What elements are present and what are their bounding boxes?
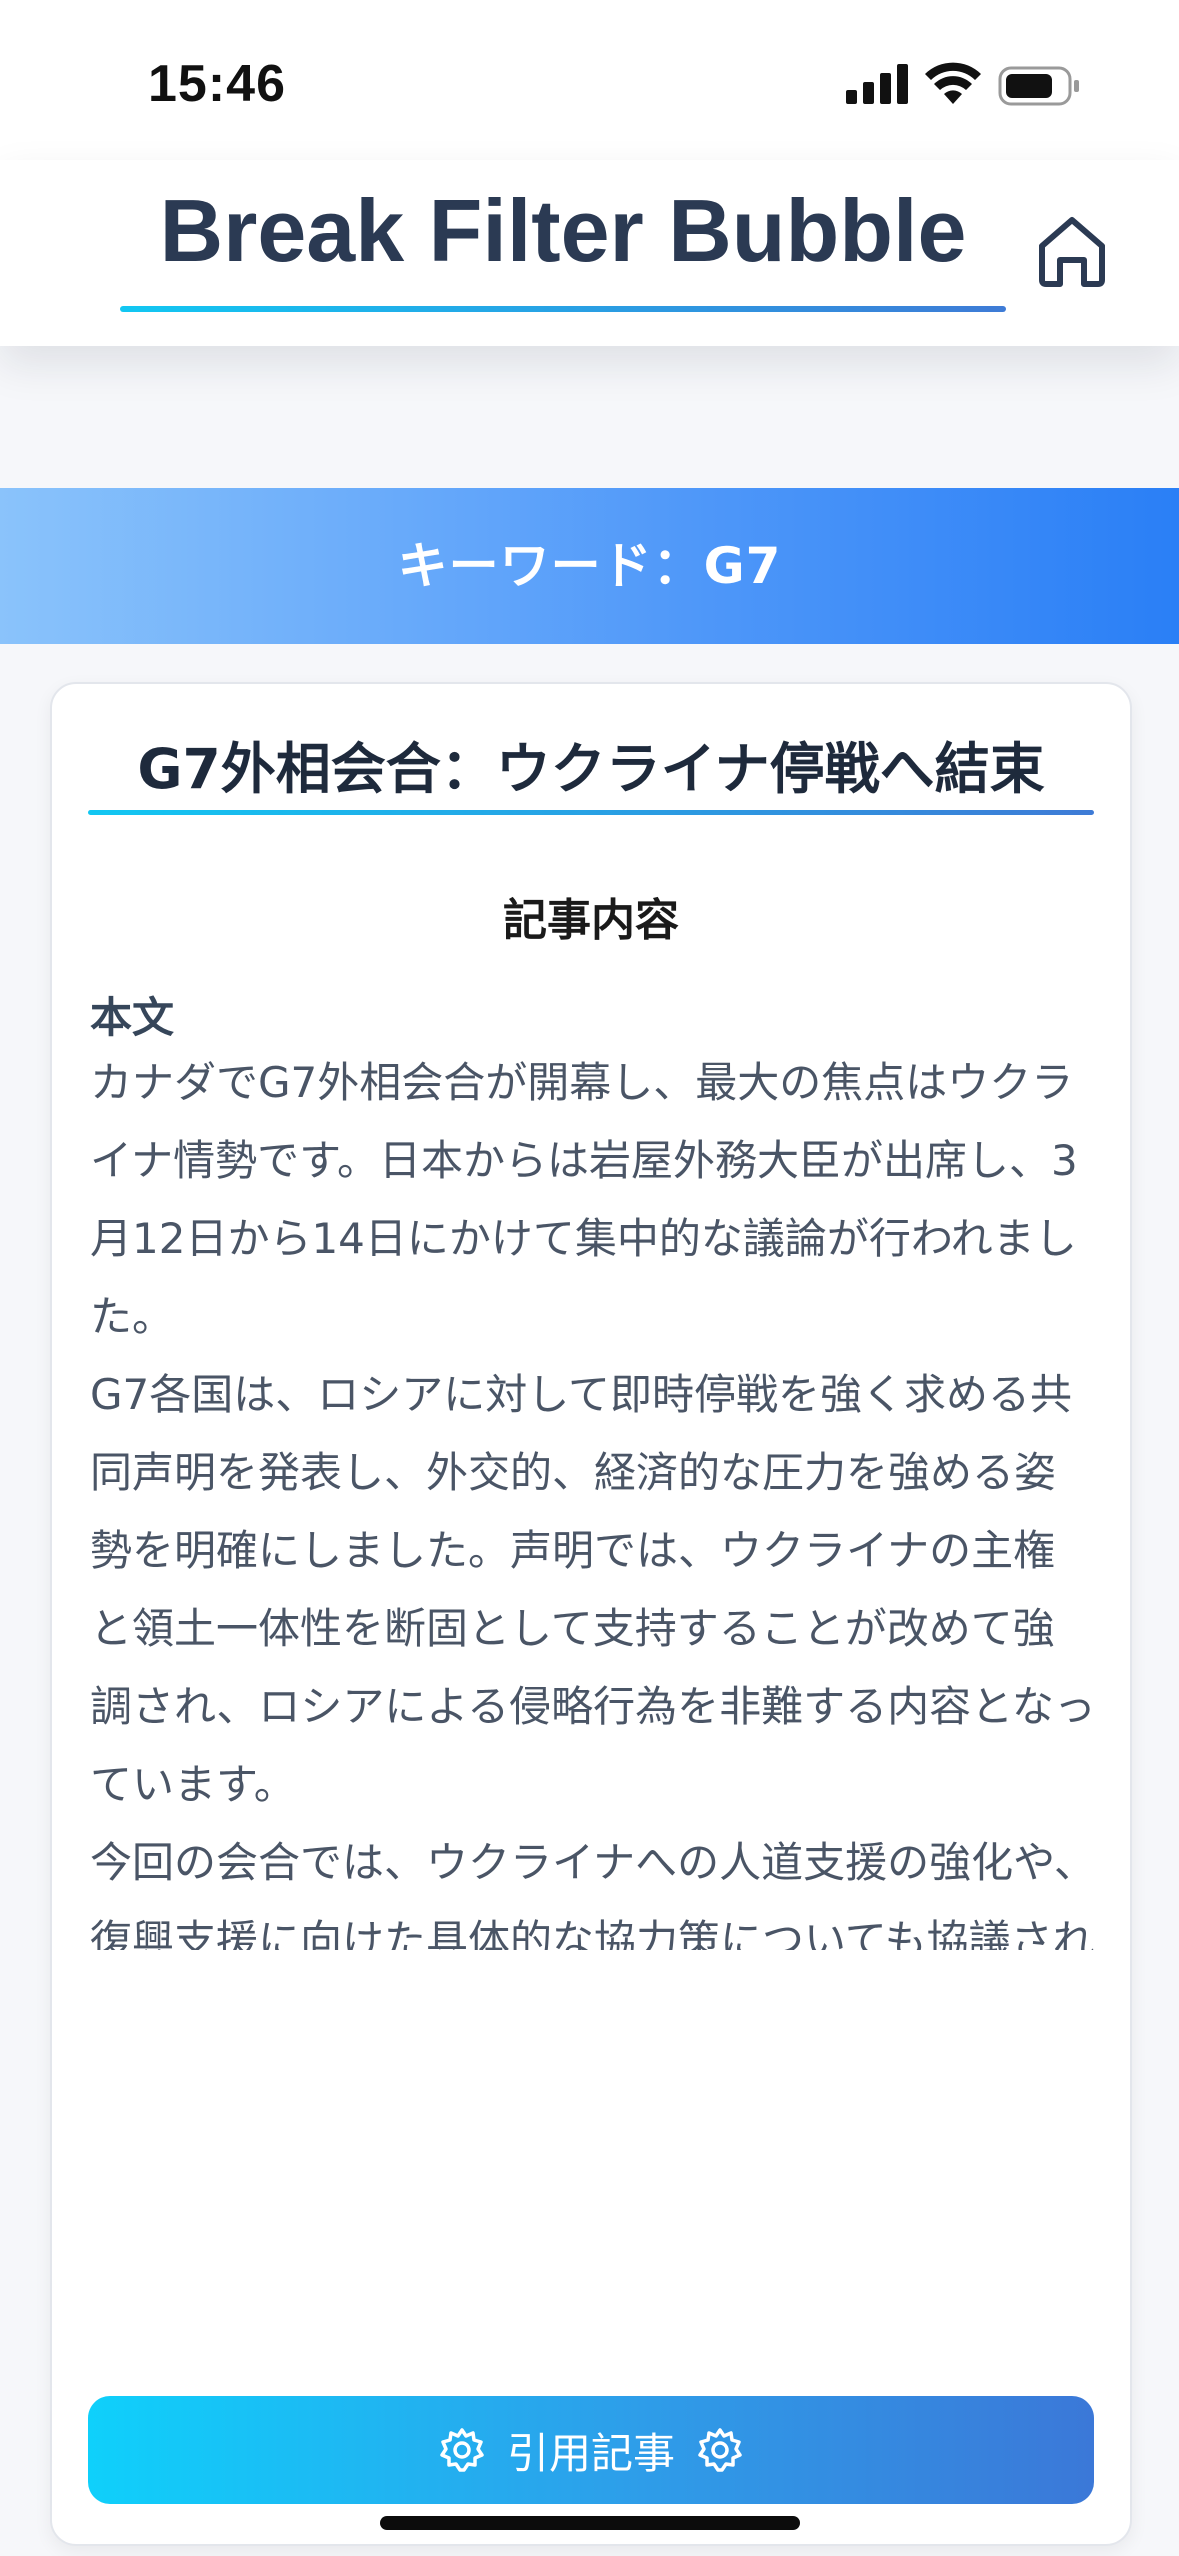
cellular-signal-icon — [846, 64, 908, 104]
article-title-underline — [88, 810, 1094, 815]
article-paragraph: カナダでG7外相会合が開幕し、最大の焦点はウクライナ情勢です。日本からは岩屋外務… — [90, 1058, 1078, 1341]
app-title: Break Filter Bubble — [159, 181, 967, 280]
battery-icon — [998, 66, 1079, 106]
keyword-banner: キーワード：G7 — [0, 488, 1179, 644]
article-paragraph: 今回の会合では、ウクライナへの人道支援の強化や、復興支援に向けた具体的な協力策に… — [90, 1838, 1096, 1950]
status-bar: 15:46 — [0, 0, 1179, 160]
title-underline — [120, 306, 1006, 312]
home-icon[interactable] — [1034, 212, 1110, 288]
gear-icon — [440, 2428, 484, 2472]
article-title: G7外相会合：ウクライナ停戦へ結束 — [137, 737, 1045, 801]
status-time: 15:46 — [148, 55, 286, 113]
wifi-icon — [925, 62, 981, 104]
home-indicator[interactable] — [380, 2516, 800, 2530]
quoted-articles-button[interactable]: 引用記事 — [88, 2396, 1094, 2504]
article-body-label: 本文 — [90, 993, 175, 1042]
keyword-label: キーワード：G7 — [397, 537, 782, 595]
article-card: G7外相会合：ウクライナ停戦へ結束 記事内容 本文 カナダでG7外相会合が開幕し… — [50, 682, 1132, 2546]
article-body-scroll[interactable]: カナダでG7外相会合が開幕し、最大の焦点はウクライナ情勢です。日本からは岩屋外務… — [90, 1044, 1096, 1950]
article-section-heading: 記事内容 — [503, 895, 679, 946]
app-header: Break Filter Bubble — [0, 160, 1179, 346]
quoted-articles-label: 引用記事 — [506, 2428, 675, 2478]
article-paragraph: G7各国は、ロシアに対して即時停戦を強く求める共同声明を発表し、外交的、経済的な… — [90, 1370, 1096, 1809]
gear-icon — [698, 2428, 742, 2472]
